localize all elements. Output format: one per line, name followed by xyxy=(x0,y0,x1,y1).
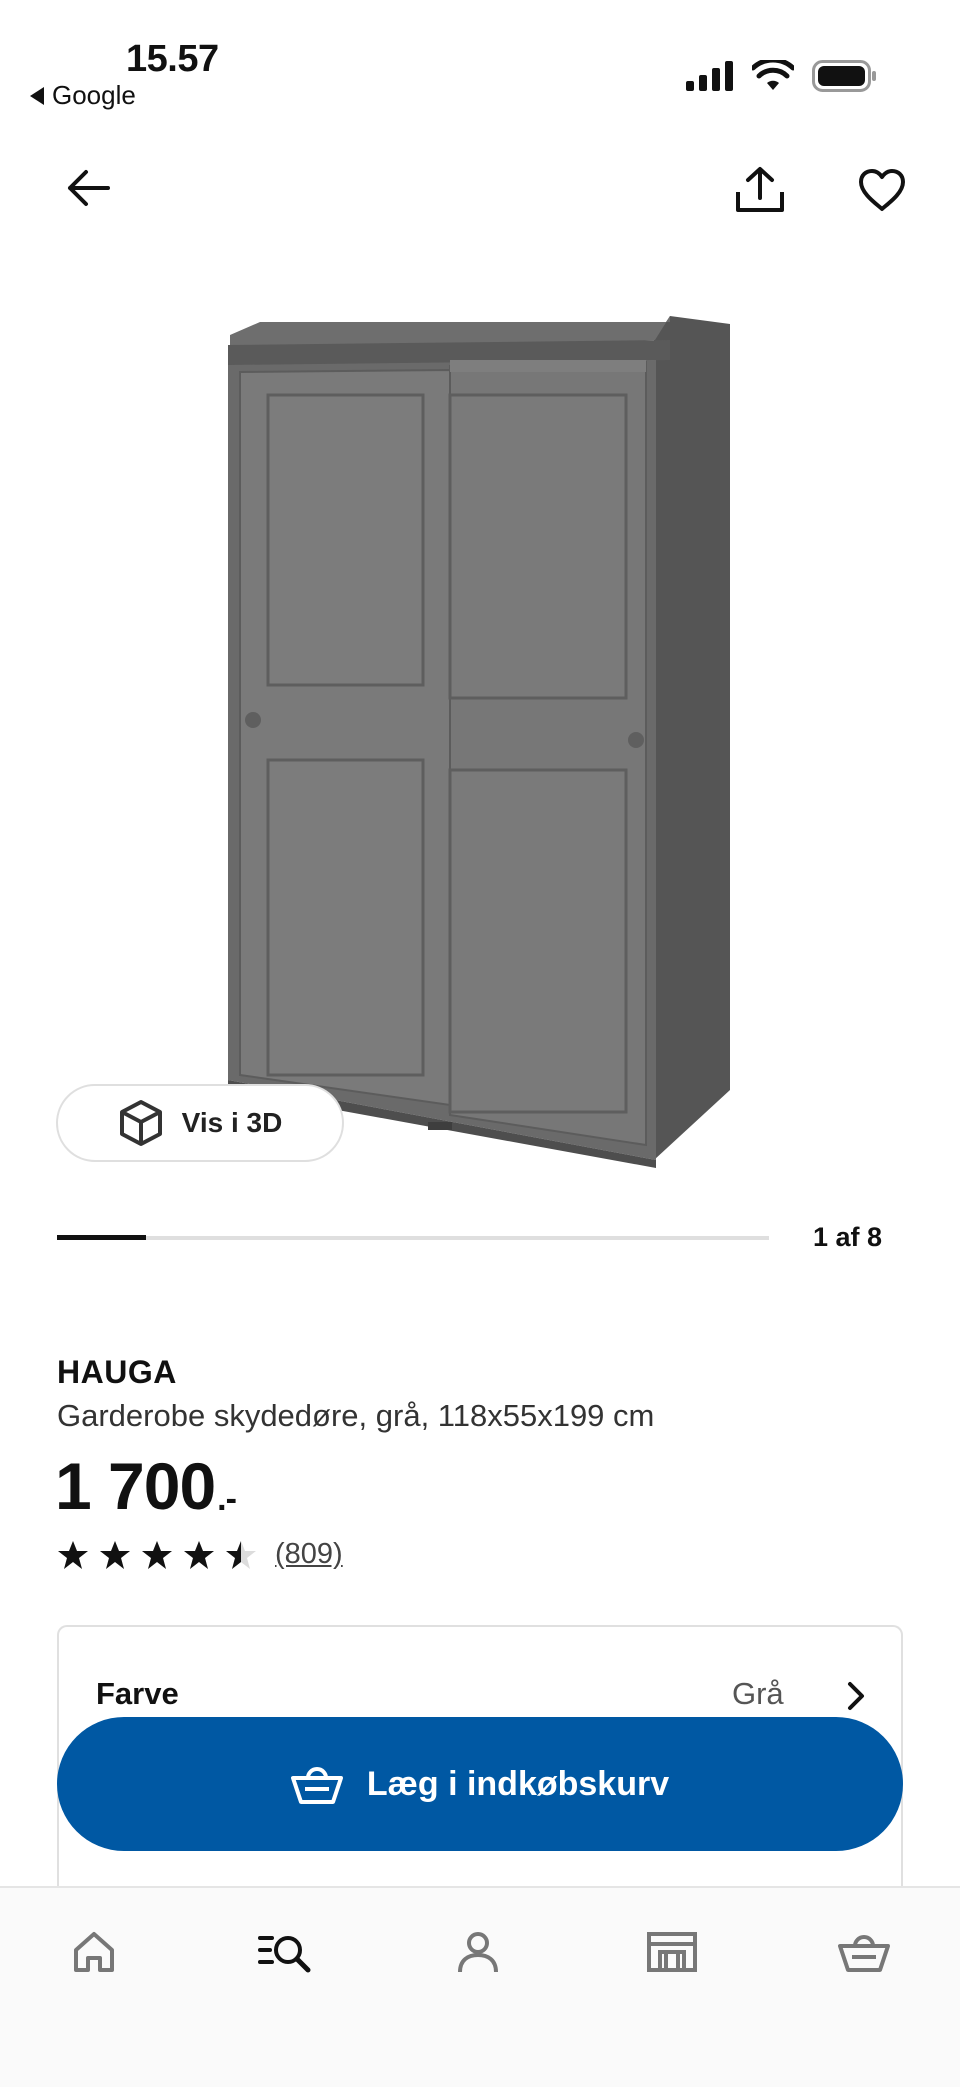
star-icon xyxy=(142,1540,172,1569)
rating-stars xyxy=(57,1539,257,1571)
chevron-right-icon[interactable] xyxy=(838,1678,874,1714)
star-icon xyxy=(226,1540,256,1569)
tab-home[interactable] xyxy=(62,1920,126,1984)
price-suffix: .- xyxy=(217,1480,237,1518)
tab-basket[interactable] xyxy=(832,1920,896,1984)
gallery-progress-fill xyxy=(57,1235,146,1240)
home-icon xyxy=(74,1932,114,1972)
tab-store[interactable] xyxy=(640,1920,704,1984)
wifi-icon xyxy=(752,60,794,90)
arrow-left-icon xyxy=(68,170,110,206)
star-icon xyxy=(184,1540,214,1569)
view-in-3d-button[interactable]: Vis i 3D xyxy=(56,1084,344,1162)
heart-icon xyxy=(859,169,905,211)
star-icon xyxy=(100,1540,130,1569)
signal-icon xyxy=(686,61,733,91)
star-icon xyxy=(58,1540,88,1569)
color-option-value[interactable]: Grå xyxy=(732,1676,784,1712)
add-to-cart-label: Læg i indkøbskurv xyxy=(366,1764,670,1803)
basket-icon xyxy=(838,1935,890,1972)
tab-profile[interactable] xyxy=(446,1920,510,1984)
product-price: 1 700 .- xyxy=(55,1448,237,1524)
gallery-counter: 1 af 8 xyxy=(812,1222,882,1252)
back-triangle-icon xyxy=(30,86,44,105)
status-back-to-google[interactable]: Google xyxy=(30,80,136,111)
share-button[interactable] xyxy=(730,160,790,220)
search-icon xyxy=(258,1936,311,1973)
price-amount: 1 700 xyxy=(55,1449,216,1523)
review-count-link[interactable]: (809) xyxy=(275,1538,343,1571)
battery-icon xyxy=(812,60,876,92)
cube-icon xyxy=(119,1100,162,1146)
bottom-tab-bar xyxy=(0,1886,960,2087)
status-back-label: Google xyxy=(52,80,136,110)
product-image-wardrobe[interactable] xyxy=(200,300,760,1180)
product-description: Garderobe skydedøre, grå, 118x55x199 cm xyxy=(57,1398,655,1433)
store-icon xyxy=(647,1932,697,1972)
back-button[interactable] xyxy=(60,160,116,216)
add-to-cart-button[interactable]: Læg i indkøbskurv xyxy=(57,1717,903,1851)
status-icons xyxy=(686,60,878,92)
basket-icon xyxy=(290,1767,343,1804)
profile-icon xyxy=(458,1932,498,1973)
gallery-progress-track xyxy=(57,1235,769,1240)
tab-search[interactable] xyxy=(254,1920,318,1984)
view-in-3d-label: Vis i 3D xyxy=(181,1107,283,1138)
share-icon xyxy=(736,167,784,212)
favorite-button[interactable] xyxy=(852,160,912,220)
status-time: 15.57 xyxy=(126,38,219,80)
product-brand: HAUGA xyxy=(57,1354,177,1390)
product-rating[interactable]: (809) xyxy=(57,1538,343,1571)
color-option-label[interactable]: Farve xyxy=(96,1676,179,1712)
